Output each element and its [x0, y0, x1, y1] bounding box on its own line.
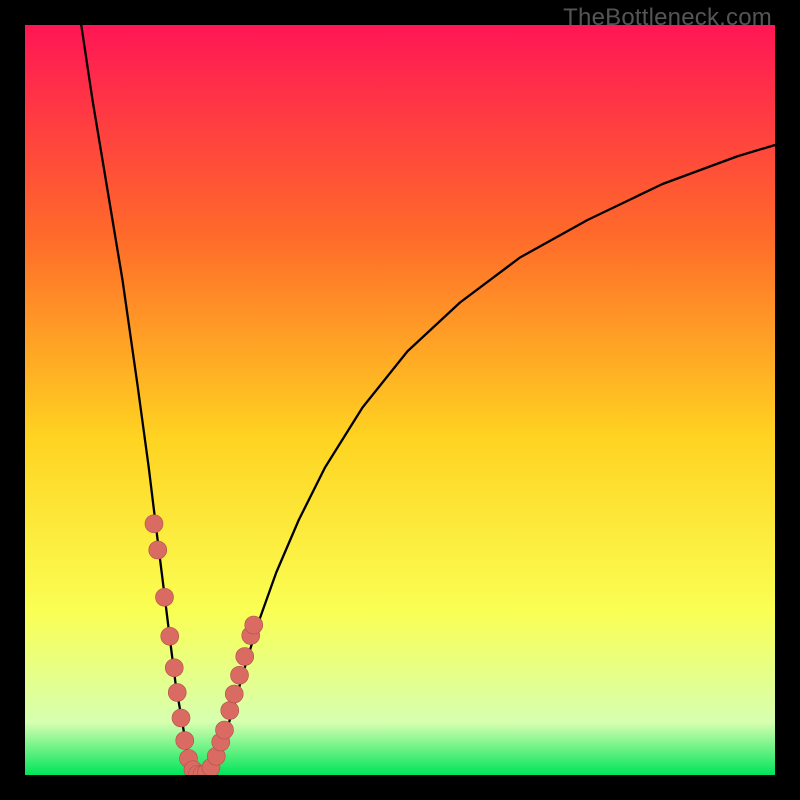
data-marker	[245, 616, 263, 634]
chart-container: TheBottleneck.com	[0, 0, 800, 800]
data-marker	[231, 666, 249, 684]
data-marker	[165, 659, 183, 677]
data-marker	[156, 588, 174, 606]
data-marker	[225, 685, 243, 703]
data-marker	[168, 684, 186, 702]
data-marker	[176, 732, 194, 750]
data-marker	[149, 541, 167, 559]
plot-area	[25, 25, 775, 775]
bottleneck-curve-chart	[25, 25, 775, 775]
data-marker	[145, 515, 163, 533]
data-marker	[236, 648, 254, 666]
data-marker	[161, 627, 179, 645]
data-marker	[221, 702, 239, 720]
data-marker	[172, 709, 190, 727]
data-marker	[216, 721, 234, 739]
gradient-background	[25, 25, 775, 775]
